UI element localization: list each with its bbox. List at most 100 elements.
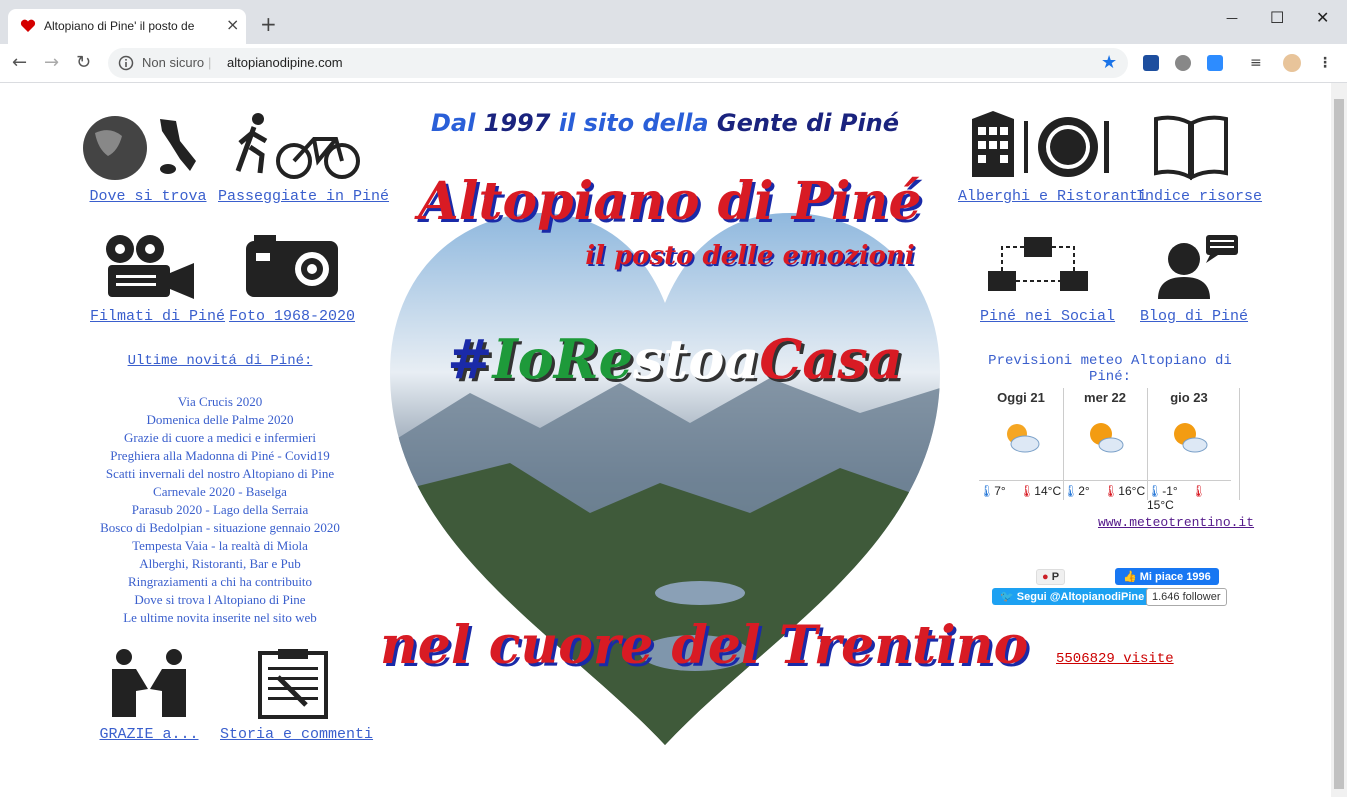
close-window-button[interactable]: ✕ — [1316, 8, 1329, 27]
blog-link[interactable]: Blog di Piné — [1140, 231, 1248, 325]
hashtag-hash: # — [447, 327, 493, 391]
forward-icon[interactable]: → — [44, 52, 59, 73]
maximize-button[interactable]: ☐ — [1270, 8, 1284, 27]
news-item[interactable]: Preghiera alla Madonna di Piné - Covid19 — [70, 447, 370, 465]
browser-toolbar: ← → ↻ Non sicuro | altopianodipine.com ★… — [0, 44, 1347, 83]
meteo-temps: 🌡7° 🌡14°C — [979, 480, 1063, 498]
twitter-follow-label: Segui @AltopianodiPine — [1016, 591, 1145, 603]
tab-title: Altopiano di Pine' il posto delle e — [44, 19, 194, 33]
partly-cloudy-icon — [1007, 424, 1040, 453]
filmati-link[interactable]: Filmati di Piné — [90, 231, 225, 325]
temp-min: -1° — [1162, 484, 1178, 498]
meteotrentino-link[interactable]: www.meteotrentino.it — [1098, 515, 1254, 530]
heart-favicon-icon — [20, 19, 36, 32]
hashtag-casa: Casa — [759, 327, 903, 391]
passeggiate-link[interactable]: Passeggiate in Piné — [218, 111, 389, 205]
storia-label[interactable]: Storia e commenti — [220, 726, 373, 743]
meteo-day: Oggi 21 🌡7° 🌡14°C — [979, 388, 1064, 500]
visit-counter[interactable]: 5506829 visite — [1056, 651, 1174, 667]
hashtag-io-resto-a-casa: #IoRestoaCasa — [420, 327, 930, 391]
social-link[interactable]: Piné nei Social — [980, 231, 1115, 325]
storia-link[interactable]: Storia e commenti — [220, 647, 373, 743]
news-item[interactable]: Dove si trova l Altopiano di Pine — [70, 591, 370, 609]
grazie-label[interactable]: GRAZIE a... — [99, 726, 198, 743]
alberghi-link[interactable]: Alberghi e Ristoranti — [958, 111, 1147, 205]
tab-strip: Altopiano di Pine' il posto delle e × + … — [0, 0, 1347, 44]
news-item[interactable]: Ringraziamenti a chi ha contribuito — [70, 573, 370, 591]
blog-label[interactable]: Blog di Piné — [1140, 308, 1248, 325]
security-label: Non sicuro — [142, 55, 205, 70]
news-item[interactable]: Tempesta Vaia - la realtà di Miola — [70, 537, 370, 555]
extension-grid-icon[interactable] — [1143, 55, 1159, 71]
news-item[interactable]: Alberghi, Ristoranti, Bar e Pub — [70, 555, 370, 573]
news-item[interactable]: Bosco di Bedolpian - situazione gennaio … — [70, 519, 370, 537]
profile-avatar[interactable] — [1283, 54, 1301, 72]
tab-close-icon[interactable]: × — [226, 15, 239, 34]
thermometer-hot-icon: 🌡 — [1019, 484, 1035, 498]
headline-year: 1997 — [483, 109, 551, 137]
page-scrollbar[interactable] — [1331, 83, 1347, 797]
headline-gente: Gente di Piné — [716, 109, 900, 137]
passeggiate-label[interactable]: Passeggiate in Piné — [218, 188, 389, 205]
extension-circles-icon[interactable] — [1175, 55, 1191, 71]
thermometer-cold-icon: 🌡 — [979, 484, 995, 498]
grazie-link[interactable]: GRAZIE a... — [96, 647, 202, 743]
social-label[interactable]: Piné nei Social — [980, 308, 1115, 325]
site-title: Altopiano di Piné — [418, 171, 922, 232]
browser-menu-icon[interactable]: ⋮ — [1318, 55, 1334, 71]
thermometer-hot-icon: 🌡 — [1103, 484, 1119, 498]
dove-si-trova-link[interactable]: Dove si trova — [80, 111, 216, 205]
news-item[interactable]: Grazie di cuore a medici e infermieri — [70, 429, 370, 447]
news-title[interactable]: Ultime novitá di Piné: — [70, 353, 370, 369]
news-item[interactable]: Carnevale 2020 - Baselga — [70, 483, 370, 501]
thumbs-up-icon: 👍 — [1123, 571, 1137, 583]
filmati-label[interactable]: Filmati di Piné — [90, 308, 225, 325]
blogger-icon — [1158, 235, 1238, 299]
partly-cloudy-icon — [1090, 423, 1124, 453]
network-computers-icon — [988, 237, 1088, 291]
omnibox-separator: | — [208, 55, 212, 70]
news-item[interactable]: Scatti invernali del nostro Altopiano di… — [70, 465, 370, 483]
handshake-icon — [112, 649, 186, 717]
pinterest-icon: ● — [1042, 571, 1049, 583]
news-item[interactable]: Domenica delle Palme 2020 — [70, 411, 370, 429]
scrollbar-thumb[interactable] — [1334, 99, 1344, 789]
facebook-like-button[interactable]: 👍 Mi piace 1996 — [1115, 568, 1219, 585]
temp-min: 7° — [994, 484, 1006, 498]
hashtag-stoa: stoa — [633, 327, 760, 391]
twitter-follower-count: 1.646 follower — [1146, 588, 1227, 606]
reload-icon[interactable]: ↻ — [76, 52, 91, 73]
bookmark-star-icon[interactable]: ★ — [1101, 52, 1117, 73]
foto-link[interactable]: Foto 1968-2020 — [226, 231, 358, 325]
browser-tab[interactable]: Altopiano di Pine' il posto delle e × — [8, 9, 246, 44]
news-item[interactable]: Parasub 2020 - Lago della Serraia — [70, 501, 370, 519]
globe-italy-icon — [83, 116, 196, 180]
new-tab-button[interactable]: + — [260, 14, 277, 34]
foto-label[interactable]: Foto 1968-2020 — [229, 308, 355, 325]
indice-label[interactable]: Indice risorse — [1136, 188, 1262, 205]
news-list: Via Crucis 2020 Domenica delle Palme 202… — [70, 393, 370, 627]
indice-link[interactable]: Indice risorse — [1136, 111, 1262, 205]
alberghi-label[interactable]: Alberghi e Ristoranti — [958, 188, 1147, 205]
meteo-day: mer 22 🌡2° 🌡16°C — [1063, 388, 1148, 500]
dove-si-trova-label[interactable]: Dove si trova — [89, 188, 206, 205]
news-item[interactable]: Le ultime novita inserite nel sito web — [70, 609, 370, 627]
pinterest-button[interactable]: ● P — [1036, 569, 1066, 585]
url-text[interactable]: altopianodipine.com — [227, 55, 343, 70]
temp-max: 16°C — [1118, 484, 1146, 498]
info-icon — [118, 55, 134, 71]
photo-camera-icon — [246, 235, 338, 297]
temp-max: 14°C — [1034, 484, 1062, 498]
headline: Dal 1997 il sito della Gente di Piné — [380, 109, 950, 137]
minimize-button[interactable]: — — [1226, 11, 1238, 25]
meteo-widget[interactable]: Oggi 21 🌡7° 🌡14°C mer 22 🌡2° 🌡16°C gio 2… — [979, 388, 1241, 512]
news-item[interactable]: Via Crucis 2020 — [70, 393, 370, 411]
zoom-extension-icon[interactable] — [1207, 55, 1223, 71]
web-page: Dal 1997 il sito della Gente di Piné Alt… — [0, 83, 1331, 797]
twitter-follow-button[interactable]: 🐦 Segui @AltopianodiPine — [992, 588, 1153, 605]
back-icon[interactable]: ← — [12, 52, 27, 73]
thermometer-hot-icon: 🌡 — [1191, 484, 1207, 498]
address-bar[interactable]: Non sicuro | altopianodipine.com ★ — [108, 48, 1128, 78]
hashtag-io: Io — [492, 327, 554, 391]
media-queue-icon[interactable]: ≡ — [1250, 55, 1266, 71]
